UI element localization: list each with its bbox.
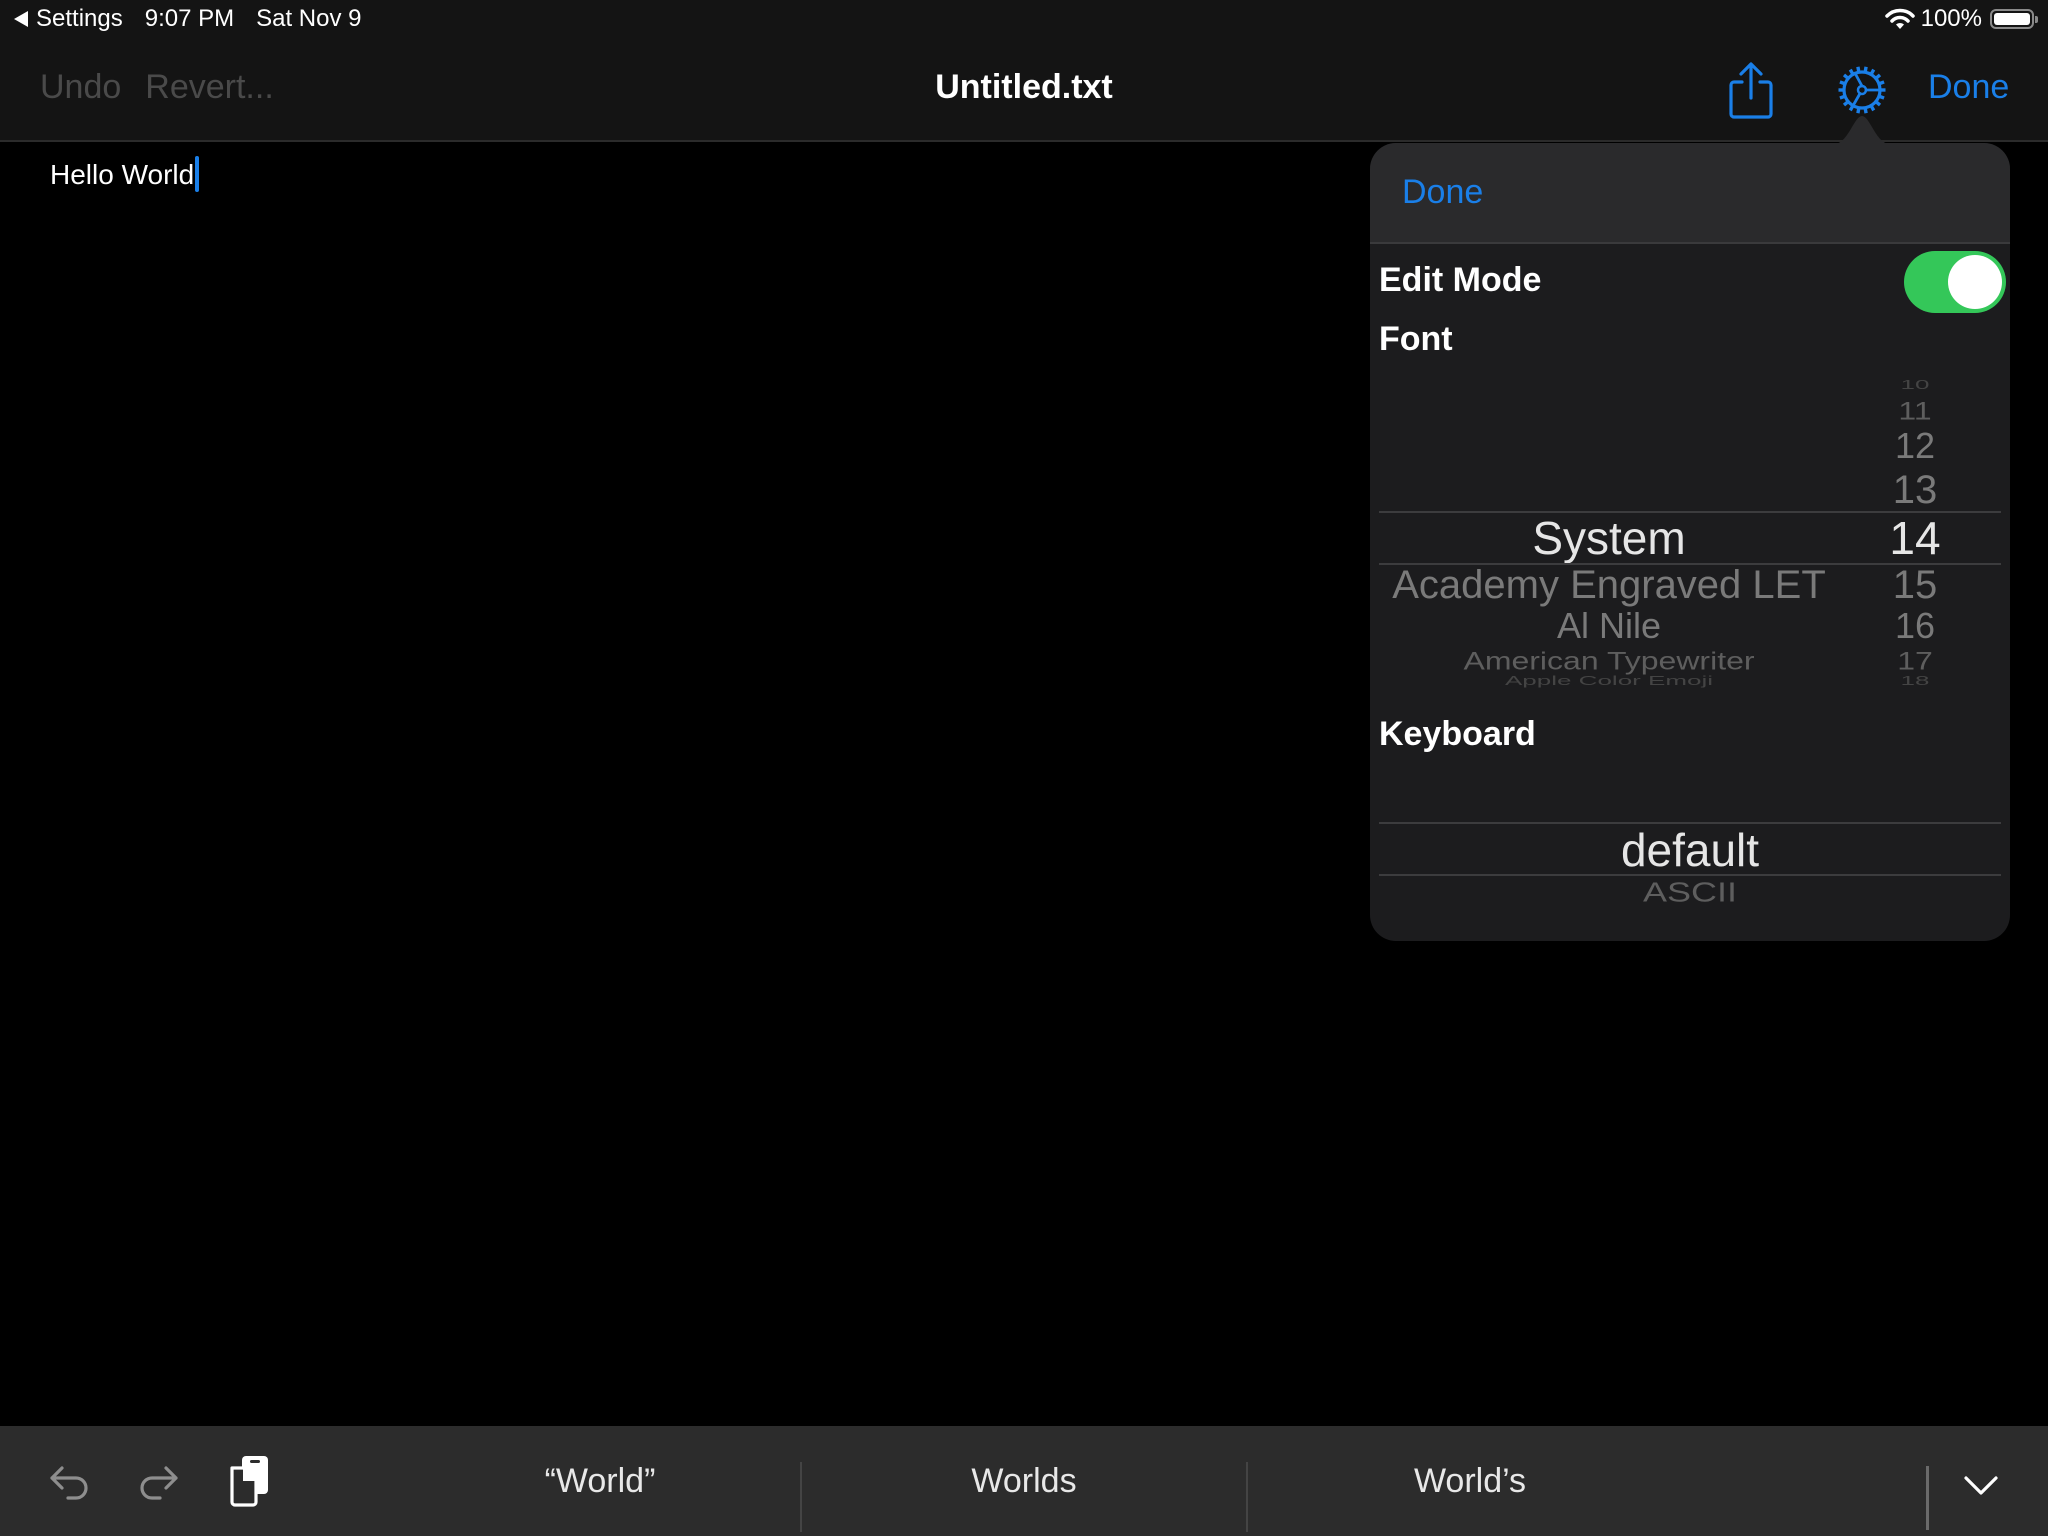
status-date: Sat Nov 9 [256, 5, 362, 32]
undo-icon[interactable] [48, 1462, 92, 1506]
gear-tooth [1870, 68, 1876, 75]
suggestion-quoted[interactable]: “World” [400, 1426, 800, 1536]
done-button[interactable]: Done [1928, 68, 2009, 107]
redo-icon[interactable] [136, 1462, 180, 1506]
status-bar: Settings 9:07 PM Sat Nov 9 100% [0, 0, 2048, 40]
keyboard-dismiss-icon[interactable] [1960, 1470, 2002, 1500]
paste-icon[interactable] [226, 1454, 272, 1508]
gear-tooth [1839, 94, 1845, 100]
nav-bar: Undo Revert... Untitled.txt Done [0, 40, 2048, 142]
gear-tooth [1875, 100, 1882, 107]
toggle-knob [1948, 255, 2002, 309]
size-option[interactable]: 11 [1870, 397, 1960, 426]
gear-tooth [1870, 105, 1876, 112]
font-option[interactable]: American Typewriter [1379, 647, 1839, 676]
gear-tooth [1856, 108, 1861, 114]
font-label: Font [1379, 320, 1453, 358]
gear-tooth [1875, 73, 1882, 80]
share-icon[interactable] [1728, 62, 1774, 120]
gear-tooth [1848, 68, 1854, 75]
wifi-icon [1884, 8, 1915, 29]
size-option[interactable]: 10 [1870, 377, 1960, 393]
back-to-app-link[interactable]: Settings [36, 5, 123, 33]
popover-done-button[interactable]: Done [1402, 173, 1483, 212]
selected-keyboard[interactable]: default [1379, 823, 2001, 877]
battery-percent: 100% [1920, 5, 1982, 32]
size-option[interactable]: 18 [1870, 673, 1960, 689]
gear-tooth [1839, 80, 1845, 86]
selected-size[interactable]: 14 [1870, 511, 1960, 565]
keyboard-label: Keyboard [1379, 715, 1536, 753]
gear-tooth [1863, 66, 1868, 72]
gear-tooth [1842, 73, 1849, 80]
gear-tooth [1848, 105, 1854, 112]
toolbar-divider [1926, 1466, 1929, 1530]
status-time: 9:07 PM [144, 5, 235, 32]
suggestion-item[interactable]: World’s [1248, 1426, 1692, 1536]
size-option[interactable]: 12 [1870, 425, 1960, 467]
gear-icon[interactable] [1836, 64, 1888, 116]
suggestion-item[interactable]: Worlds [802, 1426, 1246, 1536]
text-caret [195, 156, 200, 192]
font-option[interactable]: Al Nile [1379, 605, 1839, 647]
font-option[interactable]: Academy Engraved LET [1379, 563, 1839, 608]
gear-tooth [1863, 108, 1868, 114]
editor-text[interactable]: Hello World [50, 159, 194, 190]
size-option[interactable]: 15 [1870, 563, 1960, 608]
keyboard-shortcut-bar: “World” Worlds World’s [0, 1426, 2048, 1536]
gear-tooth [1842, 100, 1849, 107]
battery-icon [1990, 9, 2038, 29]
size-option[interactable]: 17 [1870, 647, 1960, 676]
text-editor[interactable]: Hello World [50, 156, 200, 192]
selected-font[interactable]: System [1379, 511, 1839, 565]
popover-arrow [1834, 116, 1890, 144]
edit-mode-label: Edit Mode [1379, 261, 1542, 299]
font-option[interactable]: Apple Color Emoji [1379, 673, 1839, 689]
keyboard-option[interactable]: ASCII [1379, 876, 2001, 909]
back-arrow-icon[interactable] [14, 11, 28, 27]
popover-header: Done [1370, 143, 2010, 244]
size-option[interactable]: 16 [1870, 605, 1960, 647]
edit-mode-toggle[interactable] [1904, 251, 2006, 313]
gear-tooth [1856, 66, 1861, 72]
gear-tooth [1879, 94, 1885, 100]
size-option[interactable]: 13 [1870, 468, 1960, 513]
gear-tooth [1879, 80, 1885, 86]
settings-popover: Done Edit Mode Font 10 11 12 13 System 1… [1370, 143, 2010, 941]
